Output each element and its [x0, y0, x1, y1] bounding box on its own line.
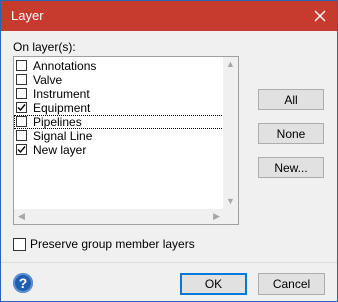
layer-list: Annotations Valve Instrument Equipment Pipel…	[14, 57, 224, 209]
layer-item[interactable]: Annotations	[14, 59, 224, 73]
layer-checkbox[interactable]	[16, 74, 27, 85]
layer-checkbox[interactable]	[16, 144, 27, 155]
none-button[interactable]: None	[258, 123, 324, 144]
layer-item[interactable]: Signal Line	[14, 129, 224, 143]
scroll-right-icon[interactable]: ▶	[213, 212, 220, 221]
vertical-scrollbar[interactable]: ▲ ▼	[223, 57, 238, 209]
preserve-group-option[interactable]: Preserve group member layers	[13, 237, 195, 251]
preserve-group-label: Preserve group member layers	[30, 237, 195, 251]
layer-checkbox[interactable]	[16, 130, 27, 141]
horizontal-scrollbar[interactable]: ◀ ▶	[14, 209, 224, 224]
all-button[interactable]: All	[258, 89, 324, 110]
scroll-up-icon[interactable]: ▲	[226, 60, 235, 69]
layer-checkbox[interactable]	[16, 88, 27, 99]
layer-label: Instrument	[33, 87, 90, 101]
layer-label: Annotations	[33, 59, 97, 73]
on-layers-label: On layer(s):	[13, 40, 76, 54]
scroll-down-icon[interactable]: ▼	[226, 197, 235, 206]
scrollbar-corner	[223, 209, 238, 224]
title-bar: Layer	[1, 1, 337, 31]
layer-item[interactable]: New layer	[14, 143, 224, 157]
layer-checkbox[interactable]	[16, 116, 27, 127]
layer-checkbox[interactable]	[16, 102, 27, 113]
checkmark-icon	[17, 146, 26, 154]
checkmark-icon	[17, 104, 26, 112]
preserve-group-checkbox[interactable]	[13, 237, 26, 251]
scroll-left-icon[interactable]: ◀	[18, 212, 25, 221]
layer-label: Signal Line	[33, 129, 93, 143]
layer-label: Pipelines	[33, 115, 82, 129]
close-icon	[314, 10, 326, 22]
ok-button[interactable]: OK	[180, 273, 247, 295]
layer-item[interactable]: Instrument	[14, 87, 224, 101]
layer-checkbox[interactable]	[16, 60, 27, 71]
layer-item[interactable]: Equipment	[14, 101, 224, 115]
layer-dialog: Layer On layer(s): Annotations Valve Instr…	[0, 0, 338, 302]
layer-label: New layer	[33, 143, 87, 157]
layer-item[interactable]: Valve	[14, 73, 224, 87]
window-title: Layer	[11, 8, 44, 23]
new-button[interactable]: New...	[258, 157, 324, 178]
close-button[interactable]	[303, 1, 337, 31]
layer-label: Valve	[33, 73, 63, 87]
layer-item[interactable]: Pipelines	[14, 115, 224, 129]
help-icon[interactable]: ?	[13, 273, 33, 293]
cancel-button[interactable]: Cancel	[258, 273, 325, 295]
layer-listbox[interactable]: Annotations Valve Instrument Equipment Pipel…	[13, 56, 239, 225]
layer-label: Equipment	[33, 101, 91, 115]
